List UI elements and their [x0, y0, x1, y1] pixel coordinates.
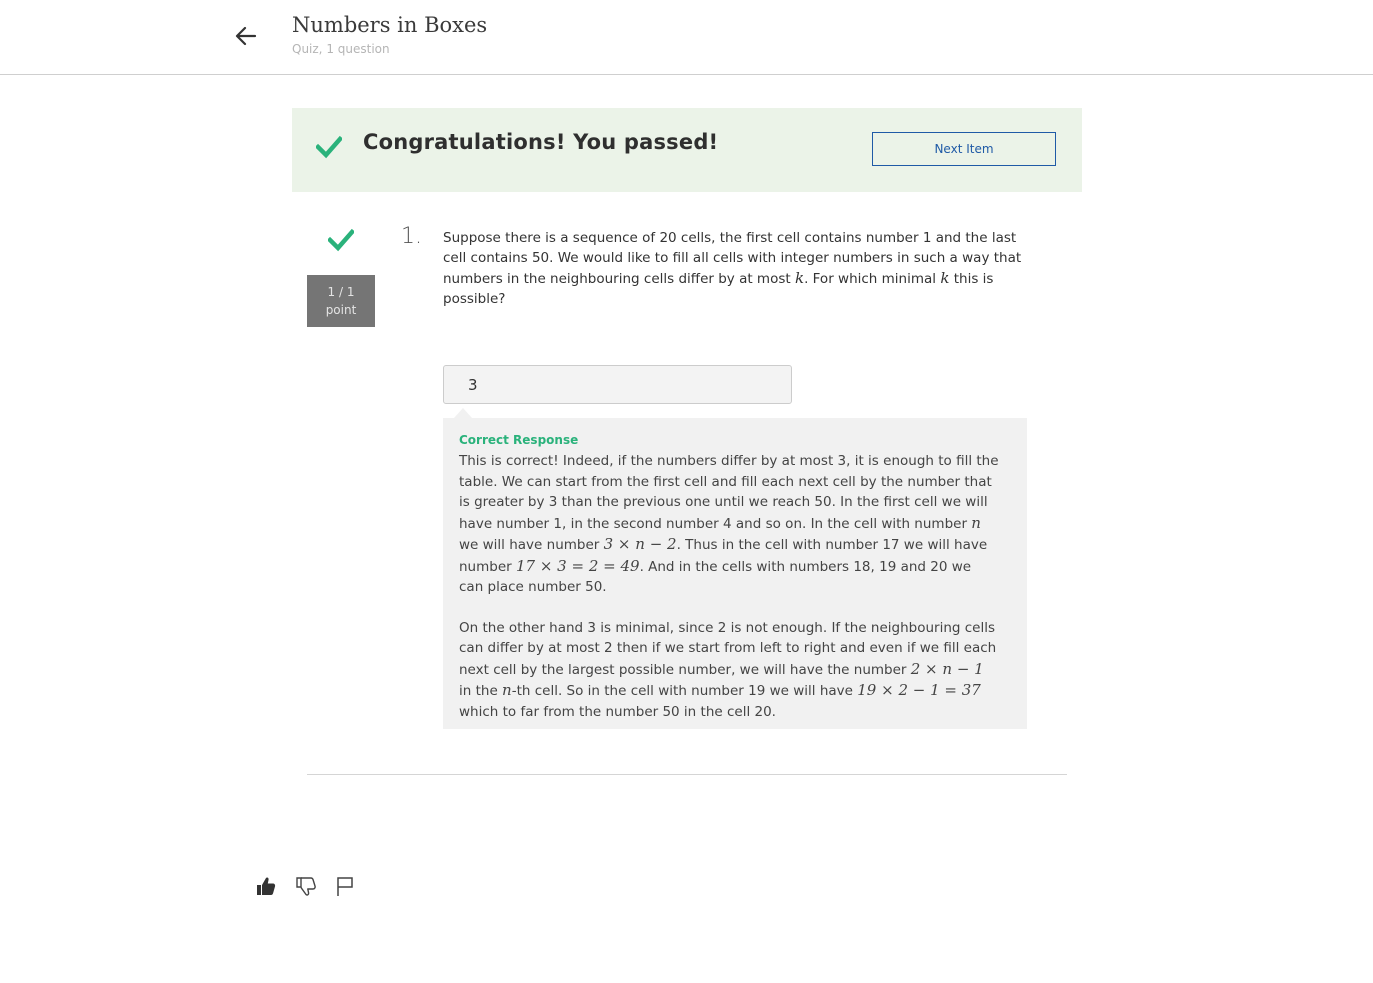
pass-message: Congratulations! You passed!: [363, 130, 719, 154]
flag-button[interactable]: [334, 874, 358, 898]
feedback-label: Correct Response: [459, 433, 579, 447]
pass-banner: Congratulations! You passed! Next Item: [292, 108, 1082, 192]
like-button[interactable]: [254, 874, 278, 898]
arrow-left-icon: [235, 26, 257, 46]
next-item-button[interactable]: Next Item: [872, 132, 1056, 166]
points-unit: point: [325, 303, 357, 317]
feedback-pointer: [454, 408, 472, 418]
back-button[interactable]: [230, 20, 262, 52]
check-icon: [316, 135, 342, 159]
thumbs-down-icon: [296, 877, 316, 896]
answer-input[interactable]: [443, 365, 792, 404]
question-number: 1.: [401, 224, 422, 249]
page-title: Numbers in Boxes: [292, 13, 488, 37]
feedback-paragraph: This is correct! Indeed, if the numbers …: [459, 453, 999, 595]
points-score: 1 / 1: [327, 285, 355, 299]
points-badge: 1 / 1 point: [307, 275, 375, 327]
page-header: Numbers in Boxes Quiz, 1 question: [0, 0, 1373, 75]
dislike-button[interactable]: [294, 874, 318, 898]
thumbs-up-icon: [257, 877, 276, 895]
math-var: k: [794, 269, 805, 287]
page-subtitle: Quiz, 1 question: [292, 42, 390, 56]
feedback-paragraph: On the other hand 3 is minimal, since 2 …: [459, 619, 997, 720]
feedback-panel: Correct Response This is correct! Indeed…: [443, 418, 1027, 729]
section-divider: [307, 774, 1067, 775]
question-correct-icon: [328, 228, 354, 252]
flag-icon: [337, 877, 353, 896]
question-text: Suppose there is a sequence of 20 cells,…: [443, 230, 1022, 307]
